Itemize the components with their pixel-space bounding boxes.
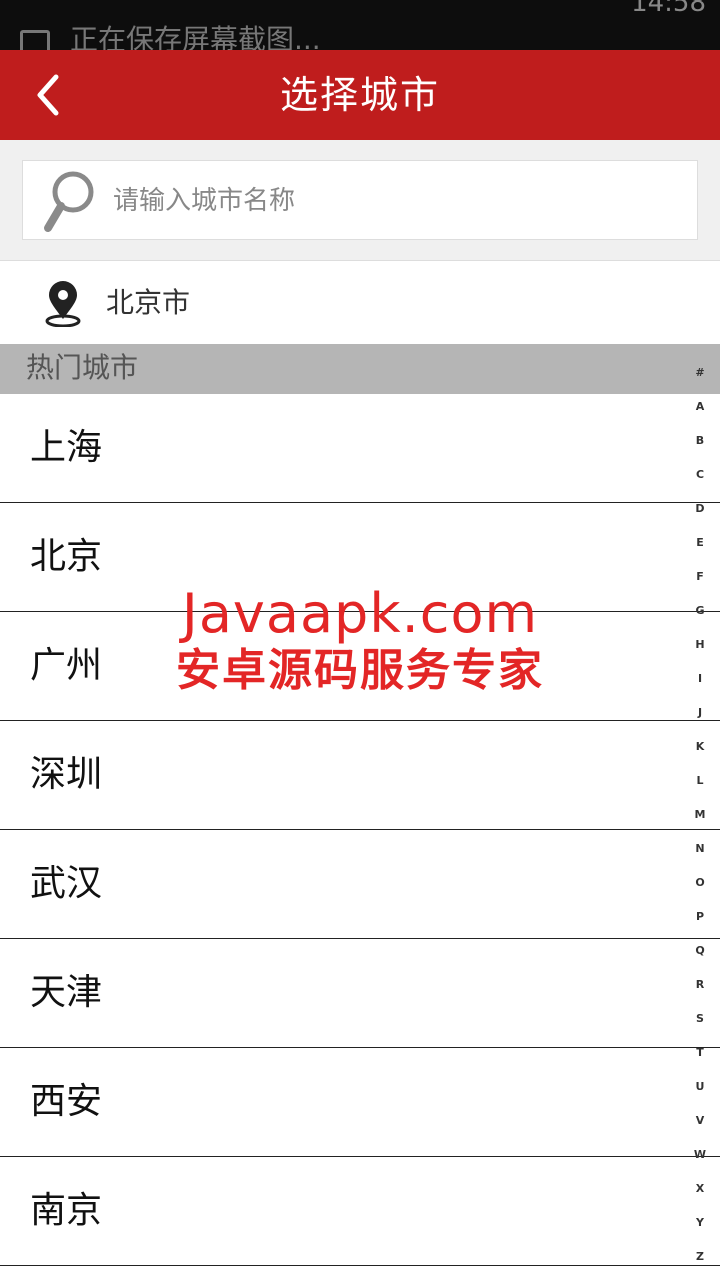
screenshot-icon <box>20 30 50 50</box>
hot-cities-title: 热门城市 <box>26 351 139 384</box>
index-letter[interactable]: V <box>680 1114 720 1127</box>
city-name: 南京 <box>30 1190 103 1231</box>
status-time: 14:58 <box>631 0 706 18</box>
index-letter[interactable]: C <box>680 468 720 481</box>
index-letter[interactable]: U <box>680 1080 720 1093</box>
city-name: 上海 <box>30 427 103 468</box>
index-letter[interactable]: H <box>680 638 720 651</box>
index-letter[interactable]: S <box>680 1012 720 1025</box>
index-letter[interactable]: M <box>680 808 720 821</box>
city-list: 上海 北京 广州 深圳 武汉 天津 西安 南京 <box>0 394 720 1280</box>
city-name: 武汉 <box>30 863 103 904</box>
index-letter[interactable]: T <box>680 1046 720 1059</box>
index-letter[interactable]: E <box>680 536 720 549</box>
current-city: 北京市 <box>106 286 191 319</box>
status-bar: 正在保存屏幕截图... 14:58 <box>0 0 720 50</box>
city-item[interactable]: 武汉 <box>0 830 720 939</box>
index-letter[interactable]: P <box>680 910 720 923</box>
city-name: 广州 <box>30 645 103 686</box>
index-letter[interactable]: Y <box>680 1216 720 1229</box>
city-name: 北京 <box>30 536 103 577</box>
index-letter[interactable]: I <box>680 672 720 685</box>
index-letter[interactable]: K <box>680 740 720 753</box>
city-item[interactable]: 北京 <box>0 503 720 612</box>
index-letter[interactable]: F <box>680 570 720 583</box>
city-item[interactable]: 深圳 <box>0 721 720 830</box>
index-letter[interactable]: N <box>680 842 720 855</box>
city-item[interactable]: 上海 <box>0 394 720 503</box>
city-item[interactable]: 天津 <box>0 939 720 1048</box>
city-item[interactable]: 广州 <box>0 612 720 721</box>
city-name: 天津 <box>30 972 103 1013</box>
index-letter[interactable]: A <box>680 400 720 413</box>
index-letter[interactable]: # <box>680 366 720 379</box>
index-letter[interactable]: W <box>680 1148 720 1161</box>
index-letter[interactable]: Q <box>680 944 720 957</box>
index-letter[interactable]: Z <box>680 1250 720 1263</box>
index-letter[interactable]: L <box>680 774 720 787</box>
index-letter[interactable]: B <box>680 434 720 447</box>
index-letter[interactable]: O <box>680 876 720 889</box>
current-location-row[interactable]: 北京市 <box>0 260 720 344</box>
page-title: 选择城市 <box>279 73 440 117</box>
search-icon <box>44 171 94 232</box>
hot-cities-header: 热门城市 <box>0 344 720 394</box>
index-letter[interactable]: D <box>680 502 720 515</box>
title-bar: 选择城市 <box>0 50 720 140</box>
notification-text: 正在保存屏幕截图... <box>70 23 321 50</box>
index-letter[interactable]: X <box>680 1182 720 1195</box>
index-letter[interactable]: R <box>680 978 720 991</box>
search-box[interactable] <box>22 160 698 241</box>
alphabet-index-bar[interactable]: # A B C D E F G H I J K L M N O P Q R S … <box>680 358 720 1278</box>
city-item[interactable]: 西安 <box>0 1048 720 1157</box>
city-item[interactable]: 南京 <box>0 1157 720 1266</box>
city-name: 西安 <box>30 1081 103 1122</box>
city-name: 深圳 <box>30 754 103 795</box>
search-input[interactable] <box>111 161 675 241</box>
index-letter[interactable]: G <box>680 604 720 617</box>
index-letter[interactable]: J <box>680 706 720 719</box>
location-pin-icon <box>45 281 81 327</box>
